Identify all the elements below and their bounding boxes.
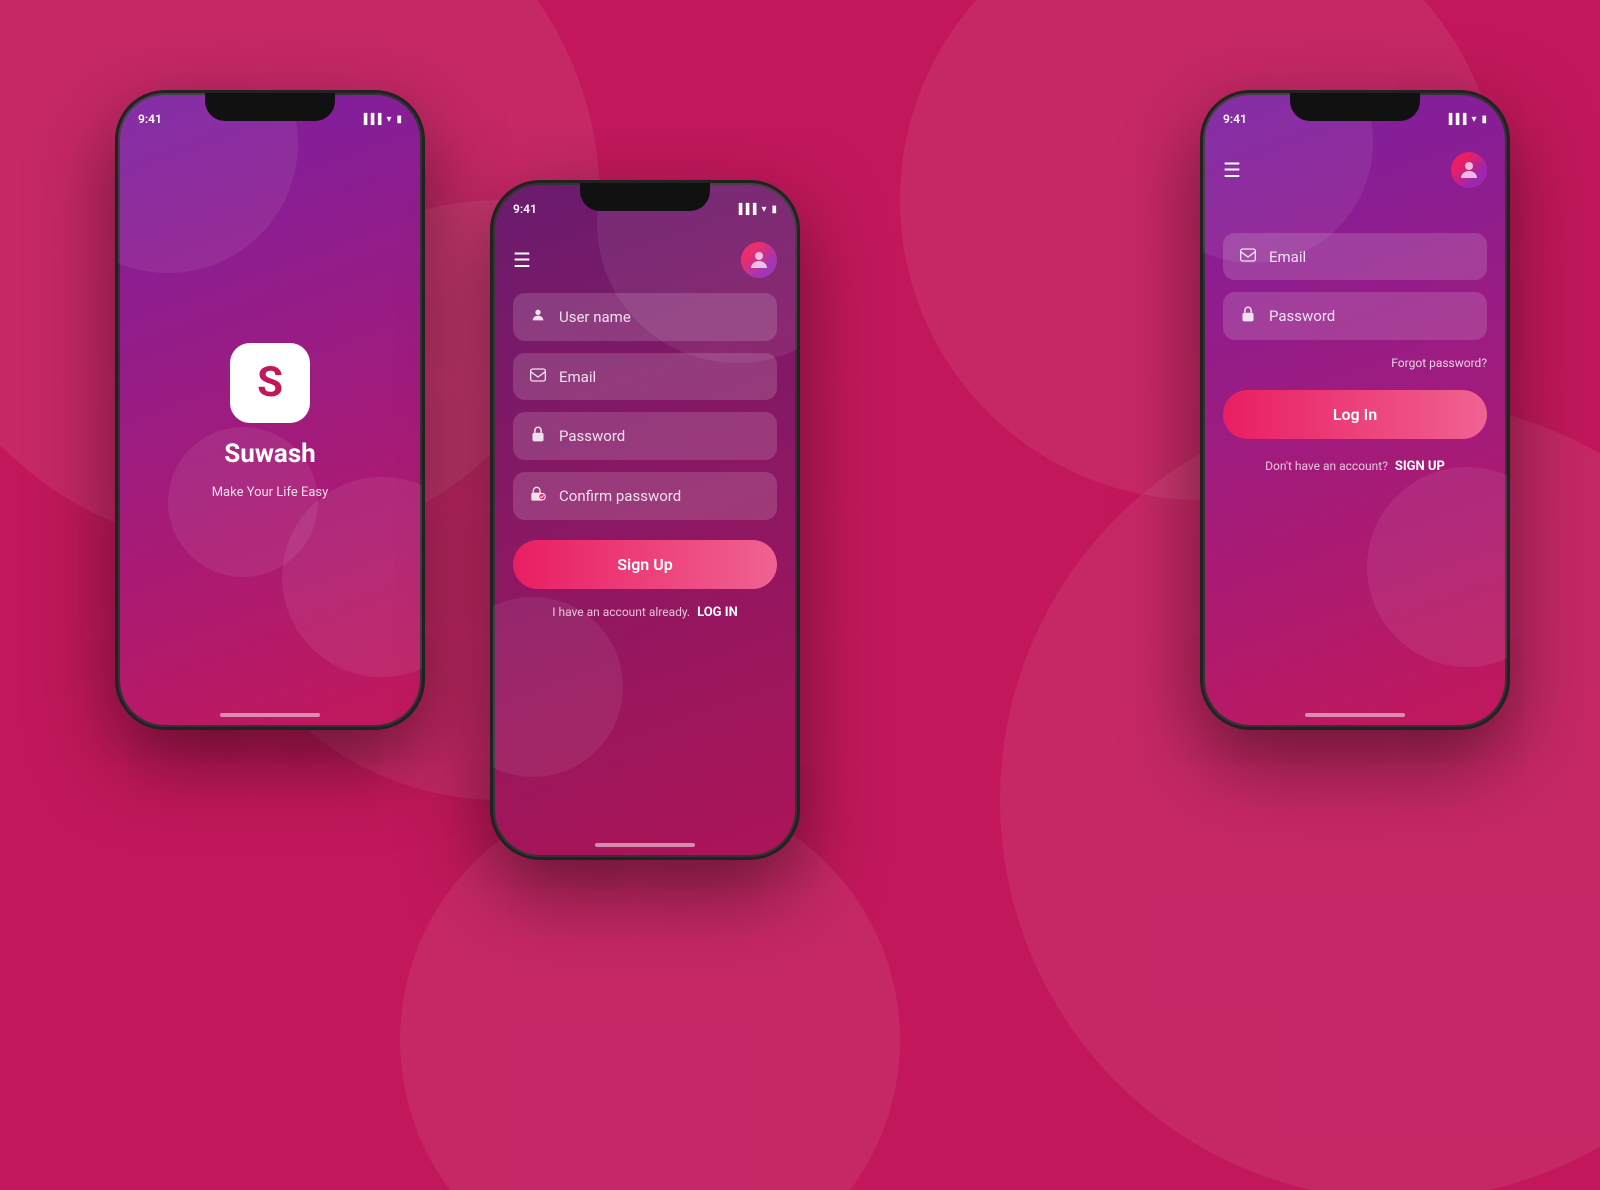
avatar-image-signup: [741, 242, 777, 278]
phone-login: 9:41 ▐▐▐ ▾ ▮ ☰: [1200, 90, 1510, 730]
avatar-signup[interactable]: [741, 242, 777, 278]
username-label: User name: [559, 308, 761, 326]
signal-icon: ▐▐▐: [360, 114, 381, 125]
lock-icon-signup: [529, 426, 547, 446]
user-icon: [529, 307, 547, 327]
phone-signup: 9:41 ▐▐▐ ▾ ▮ ☰: [490, 180, 800, 860]
login-bottom-label: Don't have an account?: [1265, 459, 1388, 473]
battery-icon: ▮: [396, 114, 402, 125]
status-time-splash: 9:41: [138, 112, 162, 126]
email-field-login[interactable]: Email: [1223, 233, 1487, 280]
wifi-icon-2: ▾: [761, 204, 766, 215]
password-label-signup: Password: [559, 427, 761, 445]
splash-logo-letter: S: [257, 358, 283, 407]
login-top-bar: ☰: [1223, 147, 1487, 203]
login-content: ☰: [1203, 137, 1507, 705]
wifi-icon: ▾: [386, 114, 391, 125]
login-button[interactable]: Log In: [1223, 390, 1487, 439]
signup-button[interactable]: Sign Up: [513, 540, 777, 589]
email-field-signup[interactable]: Email: [513, 353, 777, 400]
avatar-image-login: [1451, 152, 1487, 188]
home-indicator-login: [1305, 713, 1405, 717]
notch-splash: [205, 93, 335, 121]
confirm-password-field[interactable]: Confirm password: [513, 472, 777, 520]
email-label-signup: Email: [559, 368, 761, 386]
confirm-password-label: Confirm password: [559, 487, 761, 505]
status-time-signup: 9:41: [513, 202, 537, 216]
splash-tagline: Make Your Life Easy: [212, 485, 329, 500]
hamburger-menu-signup[interactable]: ☰: [513, 248, 531, 272]
splash-logo: S: [230, 343, 310, 423]
battery-icon-2: ▮: [771, 204, 777, 215]
signal-icon-3: ▐▐▐: [1445, 114, 1466, 125]
confirm-password-icon: [529, 486, 547, 506]
home-indicator-signup: [595, 843, 695, 847]
hamburger-menu-login[interactable]: ☰: [1223, 158, 1241, 182]
signal-icon-2: ▐▐▐: [735, 204, 756, 215]
battery-icon-3: ▮: [1481, 114, 1487, 125]
email-label-login: Email: [1269, 248, 1471, 266]
password-field-signup[interactable]: Password: [513, 412, 777, 460]
login-bottom-text: Don't have an account? SIGN UP: [1223, 459, 1487, 474]
status-time-login: 9:41: [1223, 112, 1247, 126]
phones-container: 9:41 ▐▐▐ ▾ ▮ S Suwash Make Your Life Eas…: [0, 0, 1600, 1190]
home-indicator-splash: [220, 713, 320, 717]
splash-app-name: Suwash: [224, 439, 316, 469]
status-icons-splash: ▐▐▐ ▾ ▮: [360, 114, 402, 125]
signup-top-bar: ☰: [513, 237, 777, 293]
notch-login: [1290, 93, 1420, 121]
password-field-login[interactable]: Password: [1223, 292, 1487, 340]
avatar-login[interactable]: [1451, 152, 1487, 188]
lock-icon-login: [1239, 306, 1257, 326]
signup-bottom-label: I have an account already.: [552, 605, 690, 619]
phone-splash: 9:41 ▐▐▐ ▾ ▮ S Suwash Make Your Life Eas…: [115, 90, 425, 730]
username-field[interactable]: User name: [513, 293, 777, 341]
forgot-password-text[interactable]: Forgot password?: [1223, 356, 1487, 370]
email-icon-login: [1239, 247, 1257, 266]
signup-bottom-text: I have an account already. LOG IN: [513, 605, 777, 620]
email-icon-signup: [529, 367, 547, 386]
splash-body: S Suwash Make Your Life Easy: [118, 137, 422, 705]
status-icons-login: ▐▐▐ ▾ ▮: [1445, 114, 1487, 125]
login-link[interactable]: LOG IN: [697, 605, 738, 620]
signup-link[interactable]: SIGN UP: [1395, 459, 1445, 474]
signup-content: ☰ User n: [493, 227, 797, 835]
wifi-icon-3: ▾: [1471, 114, 1476, 125]
notch-signup: [580, 183, 710, 211]
status-icons-signup: ▐▐▐ ▾ ▮: [735, 204, 777, 215]
password-label-login: Password: [1269, 307, 1471, 325]
